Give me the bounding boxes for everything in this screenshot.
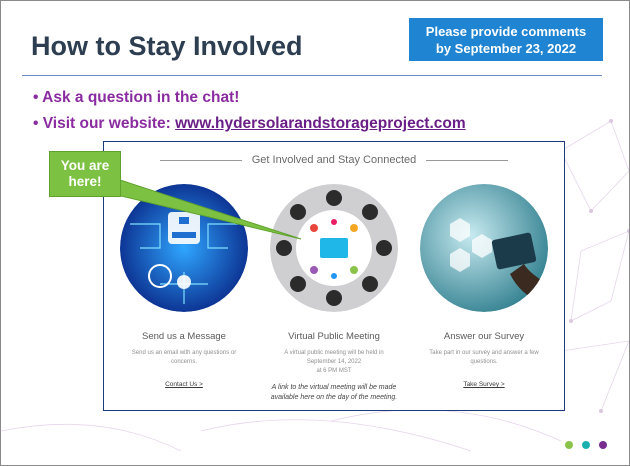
here-line-2: here! [68,174,102,189]
dot-purple [599,441,607,449]
you-are-here-callout: You are here! [49,151,121,197]
slide: How to Stay Involved Please provide comm… [0,0,630,466]
pointer-arrow [116,178,302,240]
dot-green [565,441,573,449]
dot-teal [582,441,590,449]
here-line-1: You are [60,158,110,173]
footer-dots [565,441,607,449]
